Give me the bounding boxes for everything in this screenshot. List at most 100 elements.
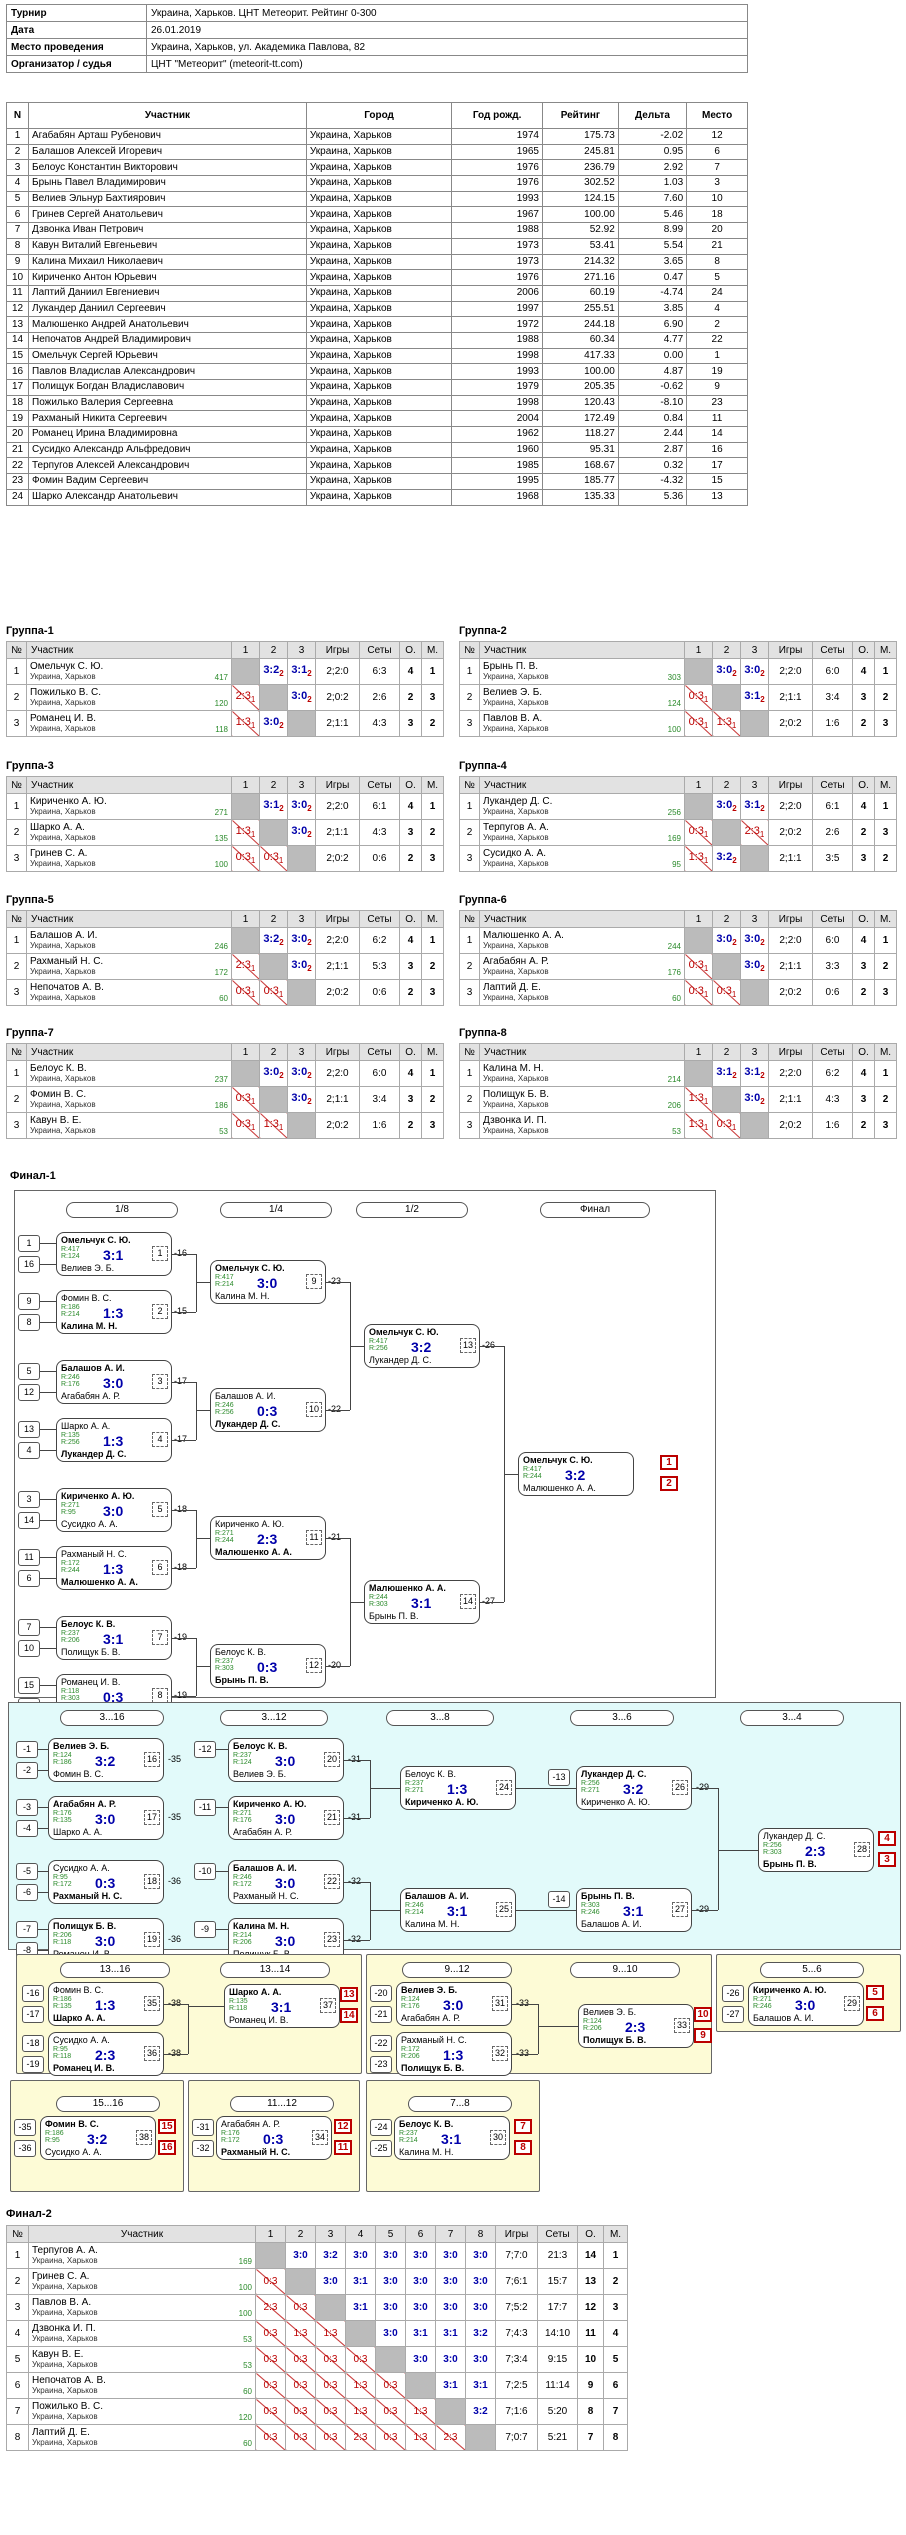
match-score: 1:3 [103, 1561, 124, 1577]
group-row: 2 Терпугов А. А. Украина, Харьков 169 0:31 2:… [459, 819, 897, 846]
final-2-games: 7;3:4 [495, 2346, 538, 2373]
final-2-cell-score: 3:0 [375, 2320, 406, 2347]
group-player: Шарко А. А. Украина, Харьков 135 [26, 819, 232, 846]
points: 2 [732, 938, 737, 948]
final-2-player-rating: 100 [238, 2309, 252, 2318]
match-player-b: Агабабян А. Р. [61, 1391, 121, 1401]
seed-box: 10 [18, 1640, 40, 1657]
group-col-o: О. [399, 1043, 422, 1061]
bracket-line [326, 1410, 350, 1411]
group-col-p: Участник [26, 641, 232, 659]
points: 1 [250, 990, 256, 1000]
group-col-c1: 1 [231, 641, 260, 659]
group-player-city: Украина, Харьков [483, 724, 549, 733]
group-body: 1 Белоус К. В. Украина, Харьков 237 3:02 3:02… [6, 1060, 444, 1139]
match-player-a: Омельчук С. Ю. [215, 1263, 285, 1273]
group-col-p: Участник [479, 910, 685, 928]
group-table: № Участник 1 2 3 Игры Сеты О. М. 1 Омельчук С. Ю. У… [6, 641, 444, 737]
match-number: 37 [320, 1998, 336, 2013]
player-year: 1973 [451, 253, 543, 271]
final-2-cell-score: 1:3 [315, 2320, 346, 2347]
score: 0:3 [235, 1092, 251, 1105]
match-player-b: Малюшенко А. А. [215, 1547, 292, 1557]
player-place: 13 [686, 488, 748, 506]
player-rating: 255.51 [542, 300, 619, 318]
match-player-b: Агабабян А. Р. [401, 2013, 461, 2023]
group-header-row: № Участник 1 2 3 Игры Сеты О. М. [459, 1043, 897, 1061]
group-cell-score: 0:31 [259, 845, 288, 872]
player-n: 21 [6, 441, 29, 459]
group-games: 2;2:0 [768, 658, 813, 685]
score: 0:3 [716, 1118, 732, 1131]
group-col-sets: Сеты [812, 910, 853, 928]
score: 3:2 [263, 664, 280, 677]
r16-match: Омельчук С. Ю. R:417 R:124 3:1 Велиев Э. Б. 1 [56, 1232, 172, 1276]
player-rating: 135.33 [542, 488, 619, 506]
player-name: Романец Ирина Владимировна [28, 426, 307, 443]
player-delta: 0.47 [617, 269, 688, 286]
player-place: 19 [686, 363, 748, 380]
player-city: Украина, Харьков [305, 284, 453, 302]
bracket-line [480, 1602, 504, 1603]
players-table: N Участник Город Год рожд. Рейтинг Дельт… [6, 102, 748, 506]
match-player-a: Кириченко А. Ю. [753, 1985, 827, 1995]
seed-box: -36 [14, 2140, 36, 2157]
player-city: Украина, Харьков [305, 331, 453, 349]
group-cell-score: 3:22 [259, 658, 288, 685]
match-number: 35 [144, 1996, 160, 2011]
group-player-name: Омельчук С. Ю. [30, 661, 104, 672]
final-2-player-city: Украина, Харьков [32, 2256, 98, 2265]
match-score: 2:3 [95, 2047, 116, 2063]
match-number: 20 [324, 1752, 340, 1767]
final-2-points: 10 [577, 2346, 604, 2373]
points: 1 [250, 856, 256, 866]
group-sets: 0:6 [359, 845, 400, 872]
player-place: 5 [686, 269, 748, 286]
group-row: 3 Лаптий Д. Е. Украина, Харьков 60 0:31 0:31 2… [459, 979, 897, 1006]
match-number: 18 [144, 1874, 160, 1889]
group-player-name: Балашов А. И. [30, 930, 98, 941]
score: 3:1 [291, 664, 308, 677]
match-score: 3:1 [103, 1631, 124, 1647]
group-player-name: Непочатов А. В. [30, 982, 104, 993]
group-cell-score: 0:31 [231, 1112, 260, 1139]
group-header-row: № Участник 1 2 3 Игры Сеты О. М. [6, 910, 444, 928]
match-score: 3:0 [795, 1997, 816, 2013]
final-2-cell-score: 3:1 [465, 2372, 496, 2399]
final-2-cell-score: 3:0 [405, 2294, 436, 2321]
c5-match: Лукандер Д. С. R:256 R:303 2:3 Брынь П. В. 28 [758, 1828, 874, 1872]
match-player-a: Полищук Б. В. [53, 1921, 117, 1931]
match-ratings: R:186 R:214 [61, 1304, 80, 1318]
player-n: 12 [6, 300, 29, 318]
match-number: 14 [460, 1594, 476, 1609]
group-cell-self [231, 1060, 260, 1087]
final-2-cell-score: 3:1 [345, 2294, 376, 2321]
final-2-player-city: Украина, Харьков [32, 2360, 98, 2369]
r16-match: Шарко А. А. R:135 R:256 1:3 Лукандер Д. С. 4 [56, 1418, 172, 1462]
final-place: 12 [334, 2119, 352, 2134]
points: 2 [732, 856, 737, 866]
group-player-name: Малюшенко А. А. [483, 930, 564, 941]
group-row-n: 3 [6, 710, 27, 737]
group-place: 1 [421, 1060, 444, 1087]
group-cell-score: 0:31 [684, 710, 713, 737]
group-cell-score: 3:12 [712, 1060, 741, 1087]
group-sets: 1:6 [812, 1112, 853, 1139]
score: 0:3 [688, 690, 704, 703]
player-name: Сусидко Александр Альфредович [28, 441, 307, 459]
final-2-cell-score: 0:3 [255, 2424, 286, 2451]
match-player-a: Лукандер Д. С. [763, 1831, 826, 1841]
group-table: № Участник 1 2 3 Игры Сеты О. М. 1 Брынь П. В. Укра… [459, 641, 897, 737]
player-n: 2 [6, 143, 29, 161]
r16-match: Балашов А. И. R:246 R:176 3:0 Агабабян А. Р.… [56, 1360, 172, 1404]
group-player-name: Рахманый Н. С. [30, 956, 104, 967]
final-2-player-city: Украина, Харьков [32, 2412, 98, 2421]
match-score: 0:3 [257, 1403, 278, 1419]
group-cell-score: 1:31 [231, 710, 260, 737]
score: 3:0 [263, 1066, 280, 1079]
group-row: 1 Балашов А. И. Украина, Харьков 246 3:22 3:0… [6, 927, 444, 954]
player-rating: 175.73 [542, 128, 619, 145]
final-2-cell-score: 1:3 [405, 2398, 436, 2425]
player-row: 14 Непочатов Андрей Владимирович Украина, … [6, 331, 748, 349]
match-ratings: R:237 R:124 [233, 1752, 252, 1766]
